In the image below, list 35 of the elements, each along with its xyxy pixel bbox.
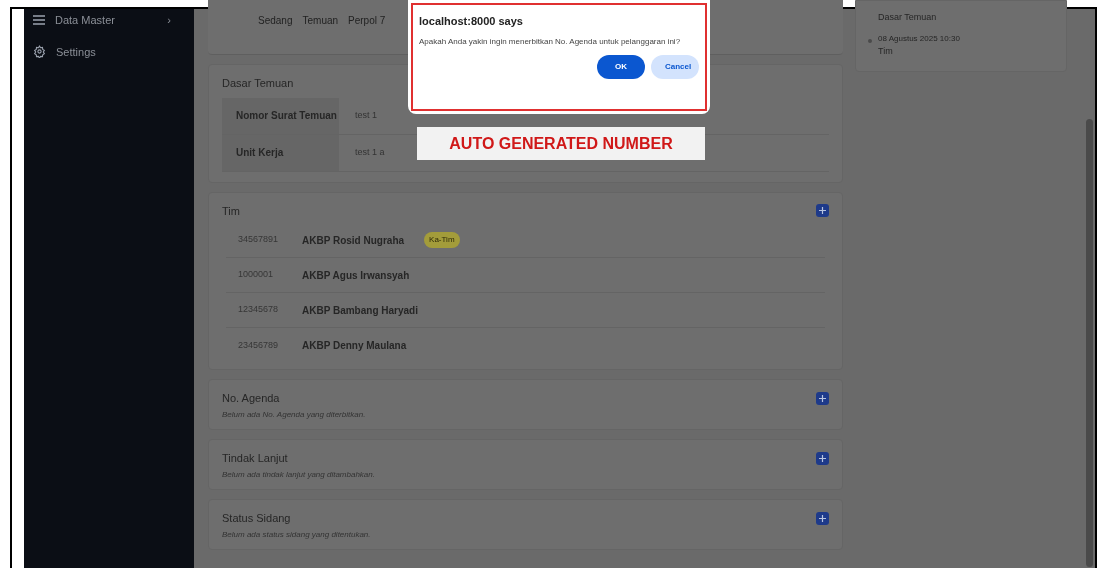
timeline-title: Dasar Temuan <box>878 11 937 24</box>
plus-icon <box>819 454 826 462</box>
add-button[interactable] <box>816 511 829 525</box>
settings-icon <box>33 45 46 59</box>
add-button[interactable] <box>816 391 829 405</box>
card-title: Tim <box>222 203 240 219</box>
member-name: AKBP Denny Maulana <box>302 339 407 353</box>
summary-text: Sedang <box>258 14 293 28</box>
plus-icon <box>819 207 826 215</box>
add-button[interactable] <box>816 204 829 218</box>
card-title: No. Agenda <box>222 391 280 406</box>
summary-text: Perpol 7 <box>348 14 386 28</box>
label-cell: Nomor Surat Temuan <box>222 97 339 134</box>
summary-text: Temuan <box>302 14 339 28</box>
card-title: Tindak Lanjut <box>222 451 288 466</box>
dialog-message: Apakah Anda yakin ingin menerbitkan No. Agenda untuk pelanggaran ini? <box>419 35 682 48</box>
label-cell: Unit Kerja <box>222 134 339 171</box>
chevron-icon: › <box>167 12 185 29</box>
ok-button[interactable]: OK <box>597 54 645 79</box>
plus-icon <box>819 514 826 522</box>
sidebar-item[interactable]: Settings <box>33 43 185 60</box>
timeline-title: Tim <box>878 44 894 58</box>
plus-icon <box>819 394 826 402</box>
member-name: AKBP Agus Irwansyah <box>302 268 410 283</box>
role-badge: Ka-Tim <box>424 232 460 248</box>
menu-icon <box>33 15 45 26</box>
annotation-label: AUTO GENERATED NUMBER <box>417 127 705 160</box>
member-name: AKBP Rosid Nugraha <box>302 233 405 248</box>
card-title: Dasar Temuan <box>222 76 295 91</box>
sidebar-item[interactable]: Data Master › <box>33 12 185 29</box>
member-name: AKBP Bambang Haryadi <box>302 303 418 318</box>
add-button[interactable] <box>816 451 829 465</box>
cancel-button[interactable]: Cancel <box>651 54 699 79</box>
card-title: Status Sidang <box>222 511 291 526</box>
dialog-title: localhost:8000 says <box>419 14 524 29</box>
